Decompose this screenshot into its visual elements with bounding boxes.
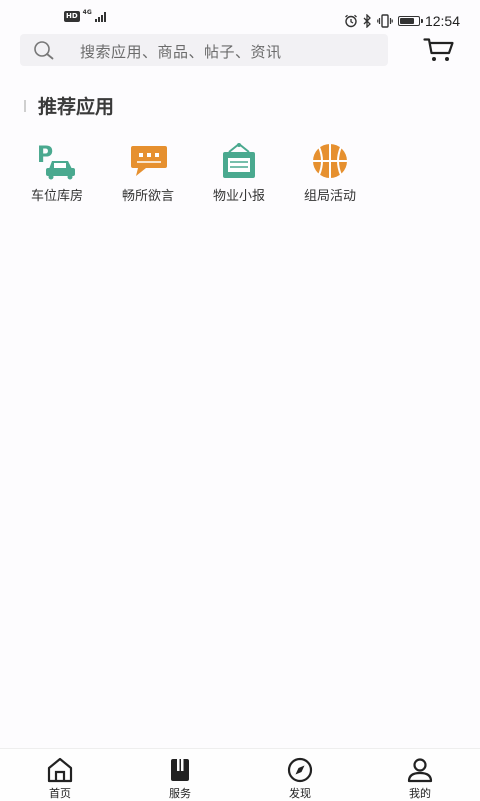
app-label: 组局活动: [303, 189, 356, 204]
cart-icon: [423, 38, 454, 61]
search-icon: [34, 41, 54, 60]
nav-label: 我的: [409, 787, 431, 800]
chat-bubble-icon: [131, 146, 167, 176]
network-type: 4G: [82, 9, 92, 16]
status-bar: HD 4G 12:54: [0, 0, 480, 32]
nav-label: 发现: [289, 787, 311, 800]
status-time: 12:54: [424, 13, 460, 29]
recommended-apps: P 车位库房 畅所欲言 物业小报 组局活动: [0, 140, 480, 210]
nav-label: 服务: [169, 787, 191, 800]
search-placeholder: 搜索应用、商品、帖子、资讯: [80, 43, 282, 61]
nav-home[interactable]: 首页: [30, 755, 90, 800]
basketball-icon: [313, 144, 347, 178]
app-label: 畅所欲言: [121, 189, 174, 204]
section-header: 推荐应用: [24, 92, 114, 119]
app-notice[interactable]: 物业小报: [193, 140, 285, 206]
battery-icon: [397, 16, 423, 26]
bluetooth-icon: [363, 14, 371, 28]
svg-text:P: P: [37, 143, 53, 168]
app-parking[interactable]: P 车位库房: [11, 140, 103, 206]
compass-icon: [287, 757, 313, 783]
vibrate-icon: [377, 14, 393, 28]
signal-icon: [94, 11, 106, 22]
search-input[interactable]: 搜索应用、商品、帖子、资讯: [20, 34, 388, 66]
nav-service[interactable]: 服务: [150, 755, 210, 800]
app-label: 车位库房: [30, 189, 83, 204]
home-icon: [47, 757, 73, 783]
hd-badge: HD: [64, 11, 80, 22]
status-bar-left: HD 4G: [64, 9, 106, 22]
nav-mine[interactable]: 我的: [390, 755, 450, 800]
app-chat[interactable]: 畅所欲言: [102, 140, 194, 206]
section-title: 推荐应用: [38, 96, 115, 118]
nav-label: 首页: [49, 787, 71, 800]
app-label: 物业小报: [212, 189, 265, 204]
service-book-icon: [171, 759, 189, 781]
notice-board-icon: [223, 143, 255, 178]
section-marker: [24, 99, 26, 112]
nav-discover[interactable]: 发现: [270, 755, 330, 800]
bottom-nav: 首页 服务 发现 我的: [0, 748, 480, 801]
cart-button[interactable]: [418, 30, 460, 70]
alarm-icon: [345, 14, 357, 28]
status-bar-right: 12:54: [344, 13, 460, 29]
app-activity[interactable]: 组局活动: [284, 140, 376, 206]
parking-car-icon: P: [37, 143, 75, 180]
user-icon: [407, 758, 433, 783]
battery-level: [399, 18, 414, 24]
